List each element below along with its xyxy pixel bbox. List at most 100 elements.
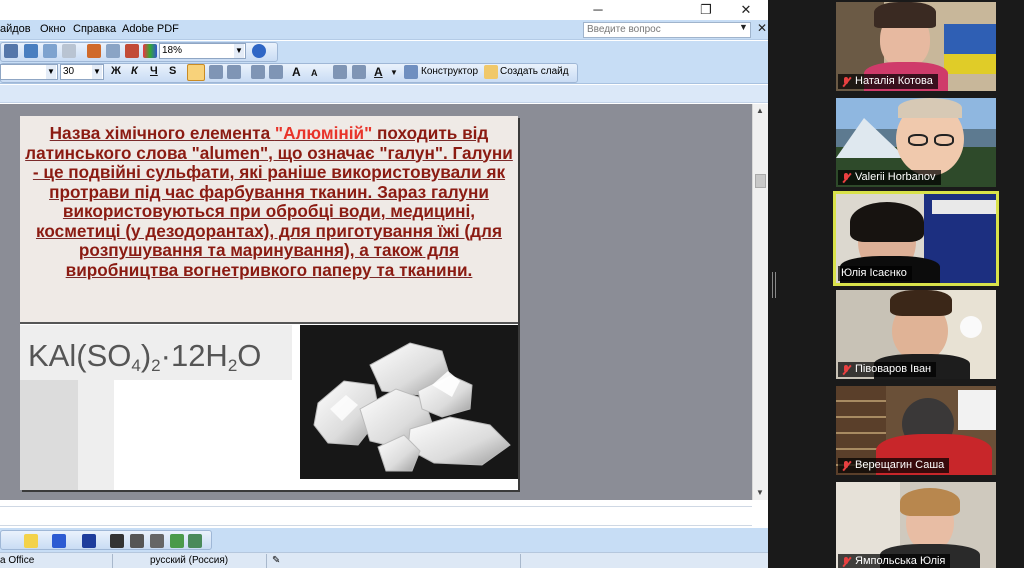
- shadow-style-icon[interactable]: [170, 534, 184, 548]
- font-color-icon[interactable]: [82, 534, 96, 548]
- participant-name-tag: Valerii Horbanov: [838, 170, 941, 185]
- new-slide-button[interactable]: Создать слайд: [500, 66, 569, 77]
- document-close-icon[interactable]: ✕: [757, 21, 767, 35]
- 3d-style-icon[interactable]: [188, 534, 202, 548]
- shrink-font-button[interactable]: A: [311, 68, 318, 78]
- muted-mic-icon: [841, 172, 852, 184]
- muted-mic-icon: [841, 76, 852, 88]
- alum-crystals-image: [300, 325, 518, 479]
- bottom-area: a Office русский (Россия) ✎: [0, 500, 768, 568]
- chart-icon[interactable]: [87, 44, 101, 58]
- shared-screen: ─ ❐ ✕ айдов Окно Справка Adobe PDF Введи…: [0, 0, 768, 568]
- show-formatting-icon[interactable]: [106, 44, 120, 58]
- chevron-down-icon: ▼: [46, 65, 56, 79]
- participant-name: Valerii Horbanov: [855, 171, 936, 183]
- help-icon[interactable]: [252, 44, 266, 58]
- table-icon[interactable]: [4, 44, 18, 58]
- line-style-icon[interactable]: [110, 534, 124, 548]
- formula-part: ·12H: [160, 338, 228, 373]
- grid-icon[interactable]: [24, 44, 38, 58]
- font-size-select[interactable]: 30 ▼: [60, 64, 104, 80]
- formula-panel: KAl(SO4)2·12H2O: [20, 325, 292, 380]
- columns-icon[interactable]: [43, 44, 57, 58]
- grow-font-button[interactable]: A: [292, 65, 301, 79]
- color-icon[interactable]: [143, 44, 157, 58]
- notes-pane[interactable]: [0, 506, 752, 526]
- alum-crystals-icon: [313, 342, 511, 472]
- title-bar: ─ ❐ ✕: [0, 0, 768, 20]
- italic-button[interactable]: К: [131, 65, 138, 77]
- help-search-input[interactable]: Введите вопрос: [583, 22, 751, 38]
- status-separator: [112, 554, 113, 568]
- menu-item-help[interactable]: Справка: [73, 23, 116, 35]
- slide-text-box[interactable]: Назва хімічного елемента "Алюміній" похо…: [20, 116, 518, 324]
- formula-part: KAl(SO: [28, 338, 132, 373]
- status-language: русский (Россия): [150, 555, 229, 566]
- participant-tile-active[interactable]: Юлія Ісаєнко: [833, 191, 999, 286]
- status-separator: [520, 554, 521, 568]
- decrease-indent-icon[interactable]: [333, 65, 347, 79]
- grayscale-icon[interactable]: [125, 44, 139, 58]
- bullet-list-icon[interactable]: [269, 65, 283, 79]
- participant-name: Ямпольська Юлія: [855, 555, 946, 567]
- slide[interactable]: Назва хімічного елемента "Алюміній" похо…: [20, 116, 518, 490]
- numbered-list-icon[interactable]: [251, 65, 265, 79]
- participant-name: Юлія Ісаєнко: [841, 267, 907, 279]
- participant-tile[interactable]: Верещагин Саша: [836, 386, 996, 475]
- menu-item-slideshow[interactable]: айдов: [0, 23, 31, 35]
- chevron-down-icon: ▼: [234, 44, 244, 58]
- font-color-button[interactable]: A: [374, 65, 383, 79]
- decorative-panel: [20, 380, 78, 490]
- fill-color-icon[interactable]: [24, 534, 38, 548]
- scroll-up-icon[interactable]: ▲: [756, 106, 764, 115]
- participant-name-tag: Ямпольська Юлія: [838, 554, 951, 568]
- status-separator: [266, 554, 267, 568]
- increase-indent-icon[interactable]: [352, 65, 366, 79]
- line-color-icon[interactable]: [52, 534, 66, 548]
- chevron-down-icon[interactable]: ▼: [390, 68, 398, 77]
- align-right-icon[interactable]: [227, 65, 241, 79]
- split-handle[interactable]: [772, 272, 776, 298]
- print-icon[interactable]: [62, 44, 76, 58]
- designer-button[interactable]: Конструктор: [421, 66, 478, 77]
- scroll-down-icon[interactable]: ▼: [756, 488, 764, 497]
- drawing-toolbar: [0, 528, 768, 552]
- shadow-button[interactable]: S: [169, 65, 176, 77]
- zoom-value: 18%: [162, 45, 183, 56]
- slide-text-run-highlight: "Алюміній": [274, 123, 373, 143]
- zoom-select[interactable]: 18% ▼: [159, 43, 246, 59]
- scrollbar-thumb[interactable]: [755, 174, 766, 188]
- align-center-icon[interactable]: [209, 65, 223, 79]
- participant-tile[interactable]: Ямпольська Юлія: [836, 482, 996, 568]
- new-slide-icon: [484, 65, 498, 79]
- underline-button[interactable]: Ч: [150, 65, 158, 77]
- participant-name-tag: Півоваров Іван: [838, 362, 937, 377]
- participant-tile[interactable]: Наталія Котова: [836, 2, 996, 91]
- bold-button[interactable]: Ж: [111, 65, 121, 77]
- font-name-select[interactable]: ▼: [0, 64, 58, 80]
- menu-item-adobe-pdf[interactable]: Adobe PDF: [122, 23, 179, 35]
- dash-style-icon[interactable]: [130, 534, 144, 548]
- restore-icon[interactable]: ❐: [686, 0, 726, 20]
- status-design: a Office: [0, 555, 35, 566]
- arrow-style-icon[interactable]: [150, 534, 164, 548]
- formula-subscript: 2: [151, 356, 161, 375]
- muted-mic-icon: [841, 460, 852, 472]
- participant-name: Верещагин Саша: [855, 459, 945, 471]
- formula-subscript: 2: [227, 356, 238, 375]
- spellcheck-icon: ✎: [272, 555, 281, 566]
- chevron-down-icon: ▼: [92, 65, 102, 79]
- formula-part: O: [237, 338, 262, 373]
- chevron-down-icon[interactable]: ▼: [739, 22, 748, 32]
- participant-tile[interactable]: Valerii Horbanov: [836, 98, 996, 187]
- slide-text-run: Назва хімічного елемента: [49, 123, 275, 143]
- minimize-icon[interactable]: ─: [578, 0, 618, 20]
- menu-item-window[interactable]: Окно: [40, 23, 66, 35]
- participant-tile[interactable]: Півоваров Іван: [836, 290, 996, 379]
- muted-mic-icon: [841, 364, 852, 376]
- close-icon[interactable]: ✕: [726, 0, 766, 20]
- align-left-icon[interactable]: [187, 64, 205, 81]
- formula-part: ): [140, 338, 152, 373]
- screen: ─ ❐ ✕ айдов Окно Справка Adobe PDF Введи…: [0, 0, 1024, 568]
- vertical-scrollbar[interactable]: ▲ ▼: [752, 104, 768, 500]
